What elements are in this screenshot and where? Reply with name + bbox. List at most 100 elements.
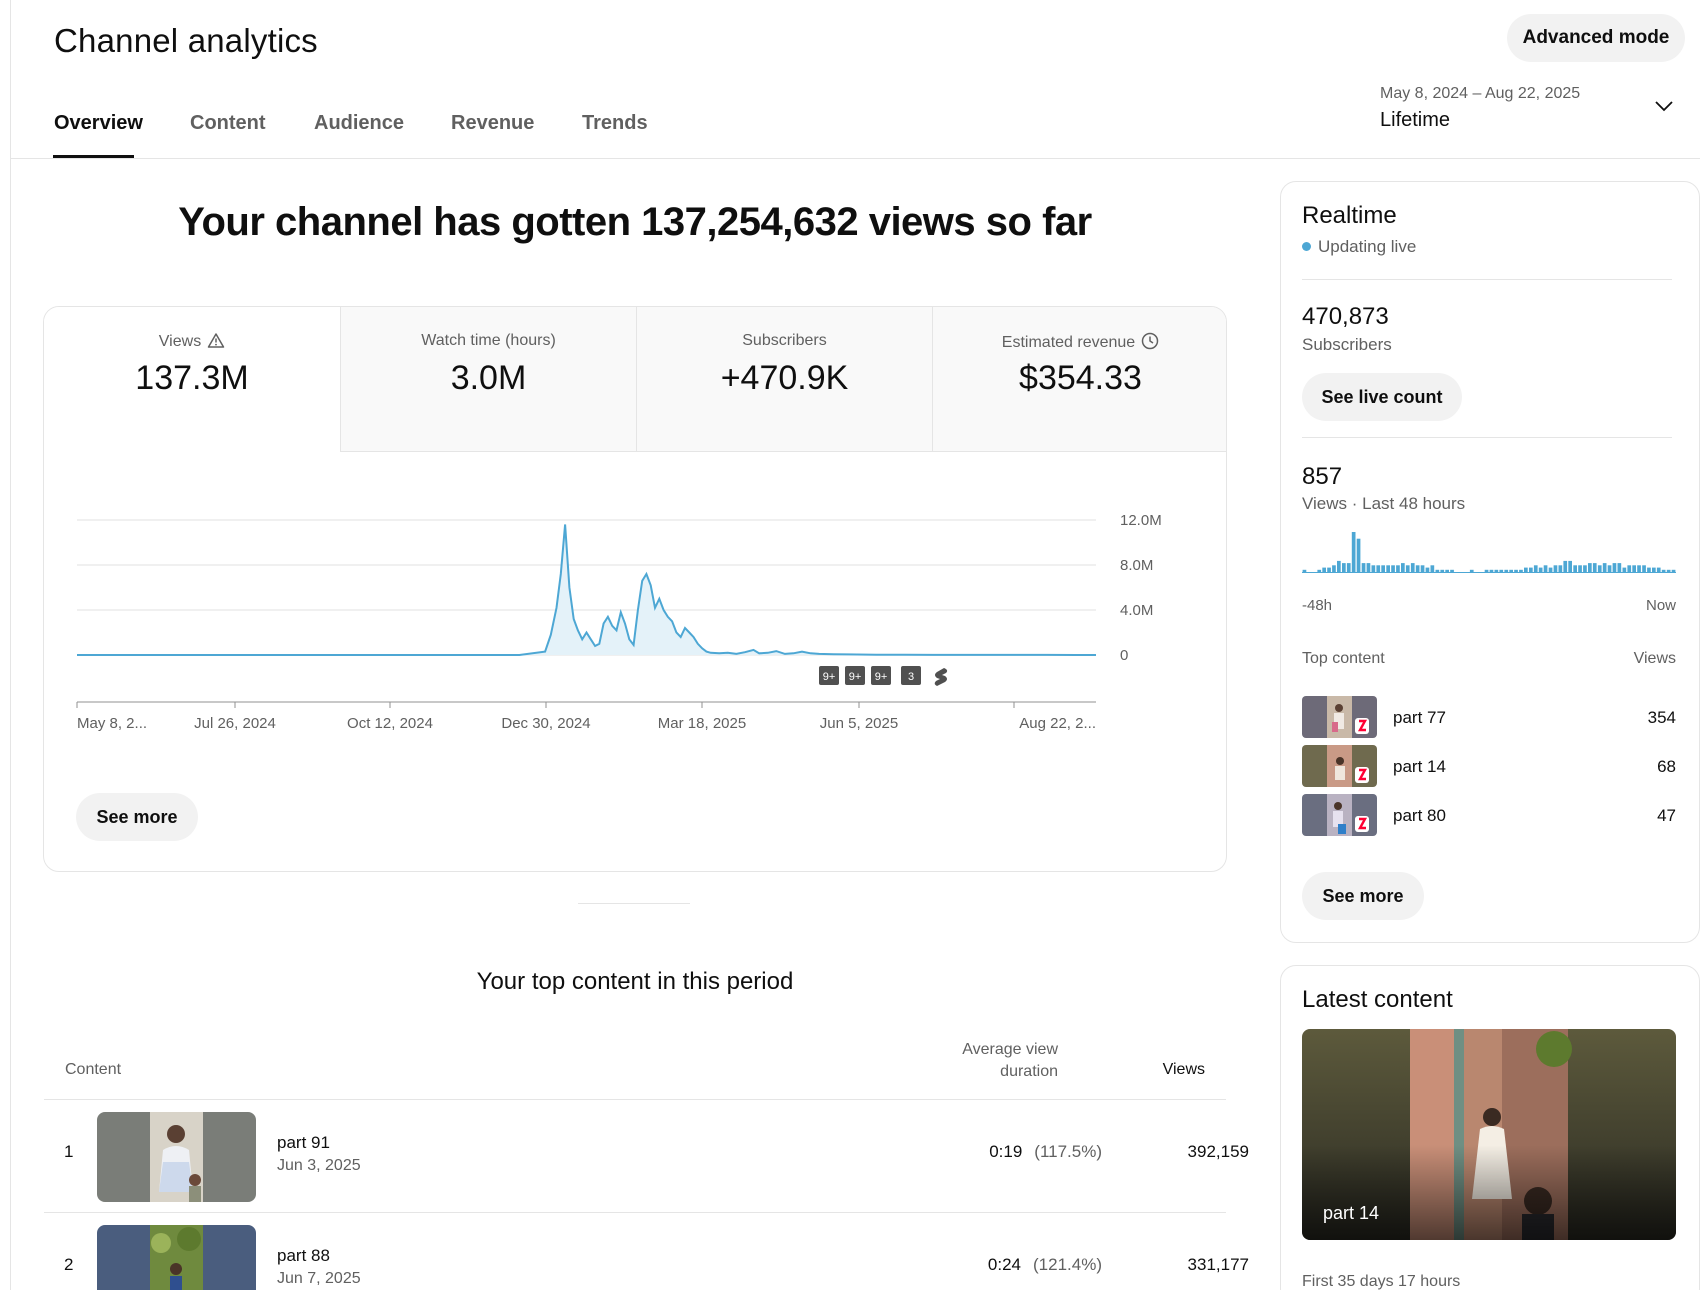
row-avg-view-duration: 0:24 (121.4%) (904, 1255, 1102, 1275)
x-tick-label: May 8, 2... (77, 715, 147, 732)
section-divider (578, 903, 690, 904)
shorts-icon-shape (934, 668, 948, 686)
realtime-card: Realtime Updating live 470,873 Subscribe… (1280, 181, 1700, 943)
realtime-bar (1445, 569, 1449, 572)
chevron-down-icon (1655, 101, 1673, 112)
warning-icon (207, 333, 225, 348)
see-live-count-button[interactable]: See live count (1302, 373, 1462, 421)
chart-y-axis: 12.0M 8.0M 4.0M 0 (1120, 512, 1162, 664)
row-avd-time: 0:24 (987, 1255, 1022, 1274)
page-title: Channel analytics (54, 22, 318, 59)
realtime-bar (1332, 565, 1336, 572)
metric-subscribers[interactable]: Subscribers +470.9K (636, 307, 932, 452)
video-thumbnail[interactable] (97, 1225, 256, 1290)
see-more-button[interactable]: See more (76, 793, 198, 841)
latest-content-meta: First 35 days 17 hours (1302, 1273, 1461, 1290)
realtime-item-title[interactable]: part 80 (1393, 806, 1446, 826)
content-marker[interactable]: 9+ (871, 666, 891, 685)
row-title[interactable]: part 88 (277, 1246, 330, 1266)
header-divider (10, 158, 1700, 159)
video-thumbnail[interactable] (1302, 745, 1377, 787)
tab-content[interactable]: Content (190, 112, 266, 135)
date-range-selector[interactable]: May 8, 2024 – Aug 22, 2025 Lifetime (1370, 82, 1690, 138)
realtime-item-title[interactable]: part 14 (1393, 757, 1446, 777)
realtime-bar (1592, 563, 1597, 572)
realtime-bar (1415, 565, 1420, 572)
col-header-avg-view-duration[interactable]: Average view duration (900, 1039, 1058, 1083)
row-title[interactable]: part 91 (277, 1133, 330, 1153)
row-views: 392,159 (1187, 1142, 1249, 1161)
latest-content-card: Latest content part 14 First 35 days 17 … (1280, 965, 1700, 1290)
analytics-page: Channel analytics Advanced mode Overview… (0, 0, 1700, 1290)
tab-revenue[interactable]: Revenue (451, 112, 534, 135)
realtime-bar (1420, 565, 1425, 572)
metric-views-value: 137.3M (135, 359, 249, 397)
realtime-views-value: 857 (1302, 463, 1343, 490)
realtime-bar (1661, 569, 1666, 572)
realtime-bar (1484, 569, 1489, 572)
realtime-bar (1440, 569, 1445, 572)
realtime-bar (1656, 567, 1661, 572)
realtime-bar (1494, 569, 1499, 572)
metric-watch-time-label: Watch time (hours) (421, 332, 556, 349)
content-marker-label: 9+ (849, 671, 862, 683)
content-marker-label: 3 (908, 671, 914, 683)
table-row[interactable]: 2 part 88 Jun 7, 2025 0:24 (121.4%) 331,1… (44, 1213, 1249, 1290)
realtime-bar (1396, 565, 1400, 572)
realtime-bar (1401, 563, 1405, 572)
realtime-bar (1558, 565, 1563, 572)
video-thumbnail[interactable] (1302, 696, 1377, 738)
realtime-bar (1671, 569, 1676, 572)
realtime-bar (1450, 569, 1454, 572)
tab-trends[interactable]: Trends (582, 112, 648, 135)
row-avd-time: 0:19 (989, 1142, 1023, 1161)
metric-watch-time[interactable]: Watch time (hours) 3.0M (340, 307, 636, 452)
shorts-icon[interactable] (934, 668, 948, 686)
realtime-bar (1588, 563, 1592, 572)
content-marker[interactable]: 9+ (845, 666, 865, 685)
realtime-top-item[interactable]: part 77 354 (1302, 696, 1676, 740)
tab-overview[interactable]: Overview (54, 112, 143, 135)
video-thumbnail[interactable] (97, 1112, 256, 1202)
realtime-bar (1627, 565, 1632, 572)
realtime-bar (1430, 565, 1435, 572)
realtime-bar (1524, 567, 1528, 572)
realtime-bar (1361, 563, 1366, 572)
metric-revenue-label: Estimated revenue (933, 332, 1226, 352)
video-thumbnail[interactable] (1302, 794, 1377, 836)
x-tick-label: Jun 5, 2025 (820, 715, 898, 732)
top-content-title: Your top content in this period (476, 968, 794, 995)
realtime-see-more-button[interactable]: See more (1302, 872, 1424, 920)
realtime-bar (1617, 563, 1622, 572)
realtime-bar (1538, 567, 1543, 572)
thumbnail-image (1302, 696, 1377, 738)
realtime-bar (1469, 569, 1474, 572)
metric-views[interactable]: Views 137.3M (44, 307, 340, 452)
realtime-top-item[interactable]: part 14 68 (1302, 745, 1676, 789)
table-row[interactable]: 1 part 91 Jun 3, 2025 0:19 (117.5%) 392,1… (44, 1100, 1249, 1212)
realtime-bar (1652, 567, 1656, 572)
realtime-bar (1489, 569, 1494, 572)
metric-subscribers-value: +470.9K (720, 359, 849, 397)
views-headline: Your channel has gotten 137,254,632 view… (178, 200, 1092, 244)
realtime-bar (1337, 560, 1341, 572)
metric-revenue[interactable]: Estimated revenue $354.33 (932, 307, 1226, 452)
realtime-top-item[interactable]: part 80 47 (1302, 794, 1676, 838)
latest-video-thumbnail[interactable]: part 14 (1302, 1029, 1676, 1240)
metric-views-label-text: Views (158, 333, 202, 350)
content-marker[interactable]: 3 (901, 666, 921, 685)
content-marker[interactable]: 9+ (819, 666, 839, 685)
realtime-bar (1514, 569, 1518, 572)
tab-audience[interactable]: Audience (314, 112, 404, 135)
advanced-mode-button[interactable]: Advanced mode (1507, 14, 1685, 62)
col-header-views[interactable]: Views (1100, 1061, 1205, 1079)
latest-video-title: part 14 (1323, 1203, 1380, 1223)
metric-revenue-value: $354.33 (1019, 359, 1142, 397)
realtime-bar (1602, 563, 1607, 572)
realtime-item-title[interactable]: part 77 (1393, 708, 1446, 728)
row-rank: 2 (64, 1255, 74, 1274)
realtime-views-label: Views · Last 48 hours (1302, 494, 1466, 513)
realtime-bar (1356, 538, 1361, 572)
realtime-status-text: Updating live (1318, 237, 1417, 256)
realtime-bar (1553, 565, 1558, 572)
